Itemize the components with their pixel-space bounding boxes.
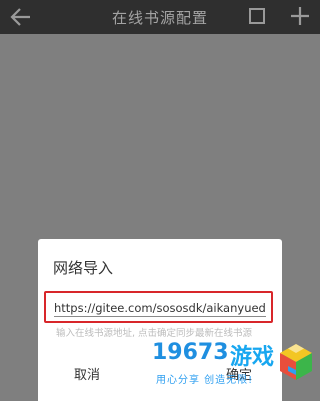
watermark-number: 19673 xyxy=(152,340,229,365)
url-input[interactable] xyxy=(54,299,266,317)
watermark-cube-logo xyxy=(280,344,312,380)
site-watermark: 19673 游戏 用心分享 创造无限! xyxy=(152,340,318,396)
page-title: 在线书源配置 xyxy=(111,9,208,27)
dialog-title: 网络导入 xyxy=(53,259,114,277)
select-all-icon[interactable] xyxy=(249,8,265,24)
watermark-slogan: 用心分享 创造无限! xyxy=(156,375,254,386)
cancel-button[interactable]: 取消 xyxy=(74,364,100,383)
top-app-bar: 在线书源配置 xyxy=(0,0,320,34)
url-hint: 输入在线书源地址, 点击确定同步最新在线书源 xyxy=(56,328,253,339)
input-underline xyxy=(54,316,266,317)
add-icon[interactable] xyxy=(290,6,310,26)
watermark-word: 游戏 xyxy=(230,345,275,370)
url-highlight-box xyxy=(44,291,273,323)
